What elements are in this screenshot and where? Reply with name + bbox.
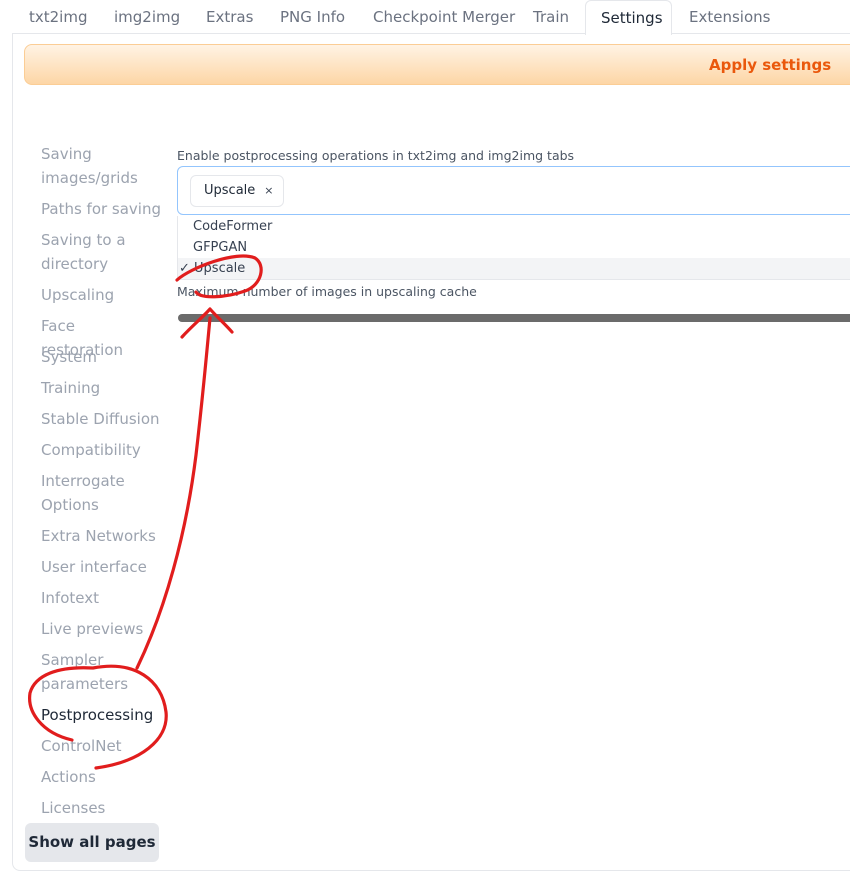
sidebar-item-training[interactable]: Training [41,376,161,400]
upscaling-cache-label: Maximum number of images in upscaling ca… [177,284,477,299]
sidebar-item-infotext[interactable]: Infotext [41,586,161,610]
sidebar-item-extra-networks[interactable]: Extra Networks [41,524,161,548]
sidebar-item-compatibility[interactable]: Compatibility [41,438,161,462]
sidebar-item-live-previews[interactable]: Live previews [41,617,161,641]
selected-token-upscale: Upscale × [190,175,285,207]
tab-txt2img[interactable]: txt2img [29,0,87,34]
sidebar-item-postprocessing[interactable]: Postprocessing [41,703,161,727]
sidebar-item-saving-images[interactable]: Saving images/grids [41,142,161,190]
apply-settings-label: Apply settings [709,56,832,74]
sidebar-item-paths[interactable]: Paths for saving [41,197,161,221]
sidebar-item-system[interactable]: System [41,345,161,369]
sidebar-item-controlnet[interactable]: ControlNet [41,734,161,758]
sidebar-item-licenses[interactable]: Licenses [41,796,161,820]
sidebar-item-user-interface[interactable]: User interface [41,555,161,579]
option-upscale[interactable]: ✓ Upscale [178,258,850,279]
sidebar-item-saving-dir[interactable]: Saving to a directory [41,228,161,276]
upscaling-cache-slider[interactable] [178,314,850,322]
postprocessing-ops-dropdown: CodeFormer GFPGAN ✓ Upscale [177,216,850,280]
sidebar-item-actions[interactable]: Actions [41,765,161,789]
show-all-pages-button[interactable]: Show all pages [25,823,159,862]
option-gfpgan[interactable]: GFPGAN [178,237,850,258]
sidebar-item-stable-diffusion[interactable]: Stable Diffusion [41,407,161,431]
tab-settings[interactable]: Settings [585,0,672,35]
sidebar-item-sampler[interactable]: Sampler parameters [41,648,161,696]
tab-img2img[interactable]: img2img [114,0,180,34]
postprocessing-ops-label: Enable postprocessing operations in txt2… [177,148,575,163]
sidebar-item-interrogate[interactable]: Interrogate Options [41,469,161,517]
sidebar-item-upscaling[interactable]: Upscaling [41,283,161,307]
tab-checkpoint-merger[interactable]: Checkpoint Merger [373,0,515,34]
tab-png-info[interactable]: PNG Info [280,0,345,34]
token-label: Upscale [204,183,256,198]
tab-train[interactable]: Train [533,0,569,34]
tab-extras[interactable]: Extras [206,0,253,34]
apply-settings-button[interactable]: Apply settings [24,44,850,85]
option-codeformer[interactable]: CodeFormer [178,216,850,237]
tab-bar: txt2img img2img Extras PNG Info Checkpoi… [0,0,850,35]
remove-token-icon[interactable]: × [264,175,273,207]
postprocessing-ops-multiselect[interactable]: Upscale × [177,166,850,215]
tab-extensions[interactable]: Extensions [689,0,770,34]
